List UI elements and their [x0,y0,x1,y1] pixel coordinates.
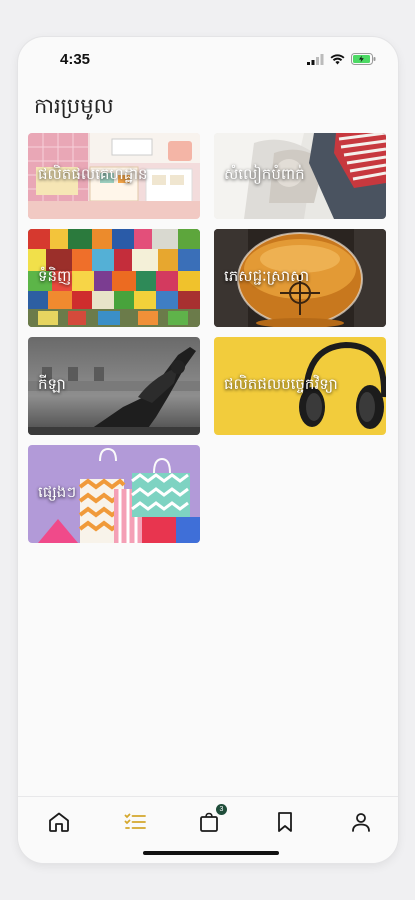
cart-badge: 3 [216,804,227,815]
nav-cart[interactable]: 3 [194,804,227,837]
category-label: ភេសជ្ជៈស្រាសា [224,267,310,285]
nav-home[interactable] [44,807,74,837]
nav-profile[interactable] [346,807,376,837]
page-title: ការប្រមូល [34,94,114,118]
category-label: ផ្សេងៗ [38,483,77,501]
category-label: ផលិតផលបច្ចេកវិទ្យា [224,375,338,393]
bookmark-icon [278,812,292,832]
bottom-nav: 3 [18,796,398,863]
category-label: ទំនិញ [38,267,72,285]
category-tile-drinks[interactable]: ភេសជ្ជៈស្រាសា [214,229,386,327]
category-grid: ផលិតផលគេហដ្ឋាន សំលៀកបំពាក់ ទំនិញ ភេសជ្ជៈ… [28,133,388,543]
signal-icon [307,53,324,65]
nav-saved[interactable] [270,807,300,837]
list-icon [124,813,146,829]
status-bar: 4:35 [18,37,398,81]
profile-icon [352,813,370,832]
wifi-icon [330,53,345,64]
category-label: កីឡា [38,375,66,393]
home-indicator [143,851,279,855]
status-icons [307,53,376,65]
category-label: សំលៀកបំពាក់ [224,165,305,183]
category-tile-sports[interactable]: កីឡា [28,337,200,435]
category-tile-home-products[interactable]: ផលិតផលគេហដ្ឋាន [28,133,200,219]
category-tile-tech-products[interactable]: ផលិតផលបច្ចេកវិទ្យា [214,337,386,435]
home-icon [49,812,69,832]
category-tile-groceries[interactable]: ទំនិញ [28,229,200,327]
nav-collections[interactable] [120,807,150,837]
category-tile-clothing[interactable]: សំលៀកបំពាក់ [214,133,386,219]
status-time: 4:35 [60,51,91,68]
category-label: ផលិតផលគេហដ្ឋាន [38,165,148,183]
battery-icon [351,53,376,65]
phone-screen: 4:35 ការប្រមូល ផលិតផលគេហដ្ឋាន សំលៀកបំពាក… [18,37,398,863]
category-tile-others[interactable]: ផ្សេងៗ [28,445,200,543]
